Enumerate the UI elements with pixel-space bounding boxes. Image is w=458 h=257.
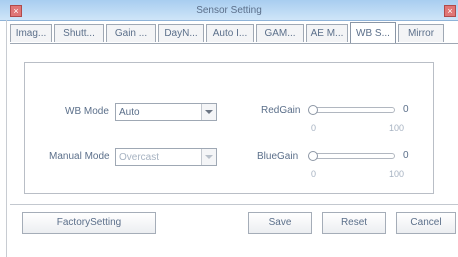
title-bar: × Sensor Setting ×: [0, 0, 458, 21]
tab-gamma[interactable]: GAM...: [256, 24, 304, 42]
window-title: Sensor Setting: [196, 5, 262, 16]
manual-mode-label: Manual Mode: [49, 151, 110, 162]
red-gain-label: RedGain: [261, 105, 301, 116]
blue-gain-max: 100: [389, 169, 405, 179]
tab-bar: Imag... Shutt... Gain ... DayN... Auto I…: [10, 22, 458, 44]
save-button[interactable]: Save: [248, 212, 312, 234]
tab-gain[interactable]: Gain ...: [106, 24, 156, 42]
wb-mode-select[interactable]: Auto: [115, 103, 217, 121]
blue-gain-value: 0: [403, 150, 409, 161]
manual-mode-select[interactable]: Overcast: [115, 148, 217, 166]
window-edge: [6, 20, 7, 257]
tab-ae-mode[interactable]: AE M...: [306, 24, 348, 42]
blue-gain-slider[interactable]: [308, 151, 395, 161]
red-gain-min: 0: [311, 123, 317, 133]
chevron-down-icon[interactable]: [201, 104, 216, 120]
wb-mode-value: Auto: [119, 107, 140, 118]
tab-mirror[interactable]: Mirror: [398, 24, 444, 42]
footer-divider: [10, 204, 458, 205]
close-icon[interactable]: ×: [444, 5, 456, 17]
tab-wb-setting[interactable]: WB S...: [350, 22, 396, 44]
tab-divider: [10, 43, 458, 44]
tab-daynight[interactable]: DayN...: [158, 24, 204, 42]
slider-knob[interactable]: [308, 151, 318, 161]
reset-button[interactable]: Reset: [322, 212, 386, 234]
tab-image[interactable]: Imag...: [10, 24, 52, 42]
factory-setting-button[interactable]: FactorySetting: [22, 212, 156, 234]
manual-mode-value: Overcast: [119, 152, 160, 163]
slider-knob[interactable]: [308, 105, 318, 115]
tab-shutter[interactable]: Shutt...: [54, 24, 104, 42]
red-gain-value: 0: [403, 104, 409, 115]
sensor-setting-dialog: × Sensor Setting × Imag... Shutt... Gain…: [0, 0, 458, 257]
red-gain-slider[interactable]: [308, 105, 395, 115]
blue-gain-label: BlueGain: [257, 151, 299, 162]
red-gain-max: 100: [389, 123, 405, 133]
tab-auto[interactable]: Auto I...: [206, 24, 254, 42]
wb-settings-panel: WB Mode Auto Manual Mode Overcast RedGai…: [24, 62, 434, 194]
wb-mode-label: WB Mode: [65, 106, 109, 117]
blue-gain-min: 0: [311, 169, 317, 179]
cancel-button[interactable]: Cancel: [396, 212, 456, 234]
chevron-down-icon[interactable]: [201, 149, 216, 165]
